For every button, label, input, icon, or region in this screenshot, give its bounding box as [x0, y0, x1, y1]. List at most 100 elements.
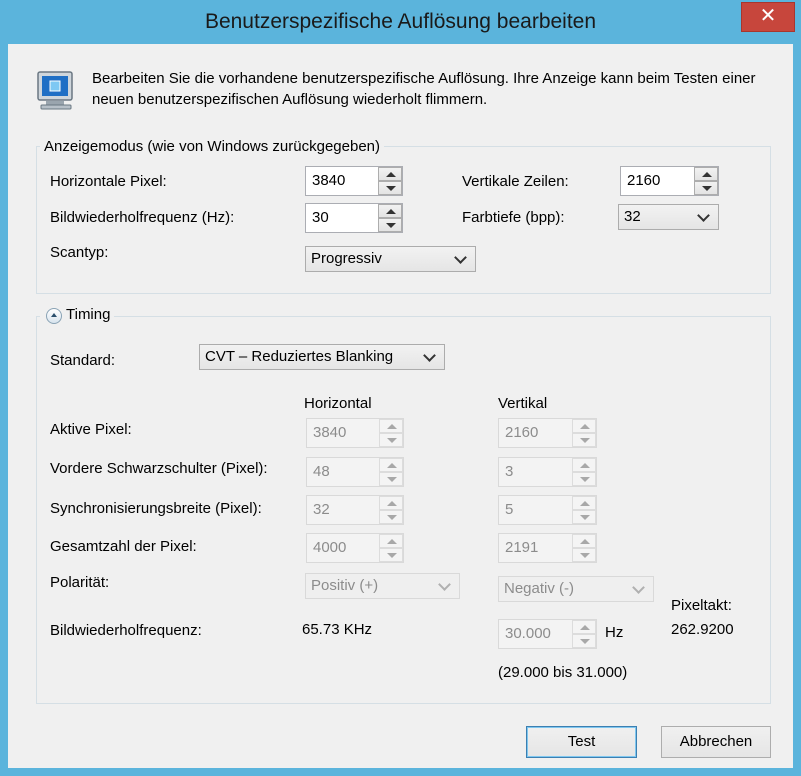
standard-value: CVT – Reduziertes Blanking	[205, 348, 394, 365]
spin-down-button[interactable]	[379, 548, 403, 562]
spin-up-button[interactable]	[572, 534, 596, 548]
window-title: Benutzerspezifische Auflösung bearbeiten	[204, 10, 597, 33]
chevron-down-icon	[454, 251, 467, 264]
total-pixels-horizontal-value: 4000	[313, 539, 347, 556]
arrow-up-icon	[386, 209, 396, 214]
vertical-lines-label: Vertikale Zeilen:	[462, 173, 569, 190]
sync-width-horizontal-spinner[interactable]: 32	[306, 495, 404, 525]
color-depth-value: 32	[624, 208, 641, 225]
spin-down-button[interactable]	[379, 510, 403, 524]
horizontal-frequency-value: 65.73 KHz	[302, 621, 373, 638]
arrow-down-icon	[387, 515, 397, 520]
pixel-clock-value: 262.9200	[671, 621, 734, 638]
polarity-horizontal-dropdown[interactable]: Positiv (+)	[305, 573, 460, 599]
polarity-label: Polarität:	[50, 574, 110, 591]
title-bar[interactable]: Benutzerspezifische Auflösung bearbeiten…	[0, 0, 801, 44]
close-button[interactable]: ✕	[741, 2, 795, 32]
polarity-horizontal-value: Positiv (+)	[311, 577, 379, 594]
active-pixels-horizontal-value: 3840	[313, 424, 347, 441]
color-depth-dropdown[interactable]: 32	[618, 204, 719, 230]
arrow-down-icon	[387, 438, 397, 443]
spin-down-button[interactable]	[379, 433, 403, 447]
sync-width-vertical-value: 5	[505, 501, 514, 518]
dialog-client-area: Bearbeiten Sie die vorhandene benutzersp…	[8, 44, 793, 768]
spin-up-button[interactable]	[378, 167, 402, 181]
arrow-down-icon	[702, 186, 712, 191]
vertical-refresh-spinner[interactable]: 30.000	[498, 619, 597, 649]
arrow-down-icon	[580, 477, 590, 482]
spin-up-button[interactable]	[379, 496, 403, 510]
arrow-down-icon	[387, 553, 397, 558]
spin-down-button[interactable]	[572, 634, 596, 648]
polarity-vertical-dropdown[interactable]: Negativ (-)	[498, 576, 654, 602]
refresh-rate-value: 30	[312, 209, 329, 226]
description-text: Bearbeiten Sie die vorhandene benutzersp…	[92, 70, 756, 108]
active-pixels-horizontal-spinner[interactable]: 3840	[306, 418, 404, 448]
spin-down-button[interactable]	[572, 548, 596, 562]
scan-type-dropdown[interactable]: Progressiv	[305, 246, 476, 272]
vertical-lines-spinner[interactable]: 2160	[620, 166, 719, 196]
spin-up-button[interactable]	[379, 458, 403, 472]
standard-dropdown[interactable]: CVT – Reduziertes Blanking	[199, 344, 445, 370]
arrow-up-icon	[580, 539, 590, 544]
color-depth-label: Farbtiefe (bpp):	[462, 209, 565, 226]
spin-up-button[interactable]	[694, 167, 718, 181]
arrow-down-icon	[387, 477, 397, 482]
spin-up-button[interactable]	[379, 419, 403, 433]
refresh-rate-label: Bildwiederholfrequenz (Hz):	[50, 209, 235, 226]
spin-down-button[interactable]	[572, 433, 596, 447]
spin-down-button[interactable]	[572, 510, 596, 524]
refresh-rate-spinner[interactable]: 30	[305, 203, 403, 233]
spin-up-button[interactable]	[572, 458, 596, 472]
scan-type-label: Scantyp:	[50, 244, 109, 261]
standard-label: Standard:	[50, 352, 116, 369]
horizontal-pixels-spinner[interactable]: 3840	[305, 166, 403, 196]
cancel-button[interactable]: Abbrechen	[661, 726, 771, 758]
timing-row-label: Synchronisierungsbreite (Pixel):	[50, 500, 262, 517]
timing-row-label: Gesamtzahl der Pixel:	[50, 538, 197, 555]
dialog-window: Benutzerspezifische Auflösung bearbeiten…	[0, 0, 801, 776]
test-button[interactable]: Test	[526, 726, 637, 758]
arrow-up-icon	[386, 172, 396, 177]
front-porch-vertical-spinner[interactable]: 3	[498, 457, 597, 487]
display-mode-group-title: Anzeigemodus (wie von Windows zurückgege…	[40, 138, 385, 155]
spin-down-button[interactable]	[378, 181, 402, 195]
arrow-down-icon	[580, 553, 590, 558]
spin-down-button[interactable]	[694, 181, 718, 195]
chevron-down-icon	[423, 349, 436, 362]
vertical-refresh-value: 30.000	[505, 625, 551, 642]
timing-row-label: Vordere Schwarzschulter (Pixel):	[50, 460, 268, 477]
arrow-up-icon	[387, 539, 397, 544]
timing-refresh-label: Bildwiederholfrequenz:	[50, 622, 202, 639]
close-icon: ✕	[759, 5, 777, 27]
collapse-toggle-icon[interactable]	[46, 308, 62, 324]
refresh-range-label: (29.000 bis 31.000)	[498, 664, 628, 681]
spin-down-button[interactable]	[378, 218, 402, 232]
column-header-horizontal: Horizontal	[304, 395, 372, 412]
monitor-icon	[37, 71, 73, 110]
spin-down-button[interactable]	[379, 472, 403, 486]
timing-row-label: Aktive Pixel:	[50, 421, 132, 438]
spin-up-button[interactable]	[378, 204, 402, 218]
spin-up-button[interactable]	[379, 534, 403, 548]
total-pixels-vertical-spinner[interactable]: 2191	[498, 533, 597, 563]
horizontal-pixels-label: Horizontale Pixel:	[50, 173, 167, 190]
front-porch-horizontal-spinner[interactable]: 48	[306, 457, 404, 487]
arrow-up-icon	[387, 424, 397, 429]
sync-width-vertical-spinner[interactable]: 5	[498, 495, 597, 525]
total-pixels-horizontal-spinner[interactable]: 4000	[306, 533, 404, 563]
arrow-down-icon	[386, 186, 396, 191]
vertical-lines-value: 2160	[627, 172, 661, 189]
arrow-up-icon	[387, 501, 397, 506]
arrow-down-icon	[580, 639, 590, 644]
active-pixels-vertical-spinner[interactable]: 2160	[498, 418, 597, 448]
polarity-vertical-value: Negativ (-)	[504, 580, 575, 597]
spin-up-button[interactable]	[572, 419, 596, 433]
arrow-up-icon	[580, 424, 590, 429]
spin-down-button[interactable]	[572, 472, 596, 486]
spin-up-button[interactable]	[572, 496, 596, 510]
spin-up-button[interactable]	[572, 620, 596, 634]
refresh-unit-label: Hz	[605, 624, 624, 641]
timing-title-text: Timing	[66, 306, 111, 323]
front-porch-horizontal-value: 48	[313, 463, 330, 480]
